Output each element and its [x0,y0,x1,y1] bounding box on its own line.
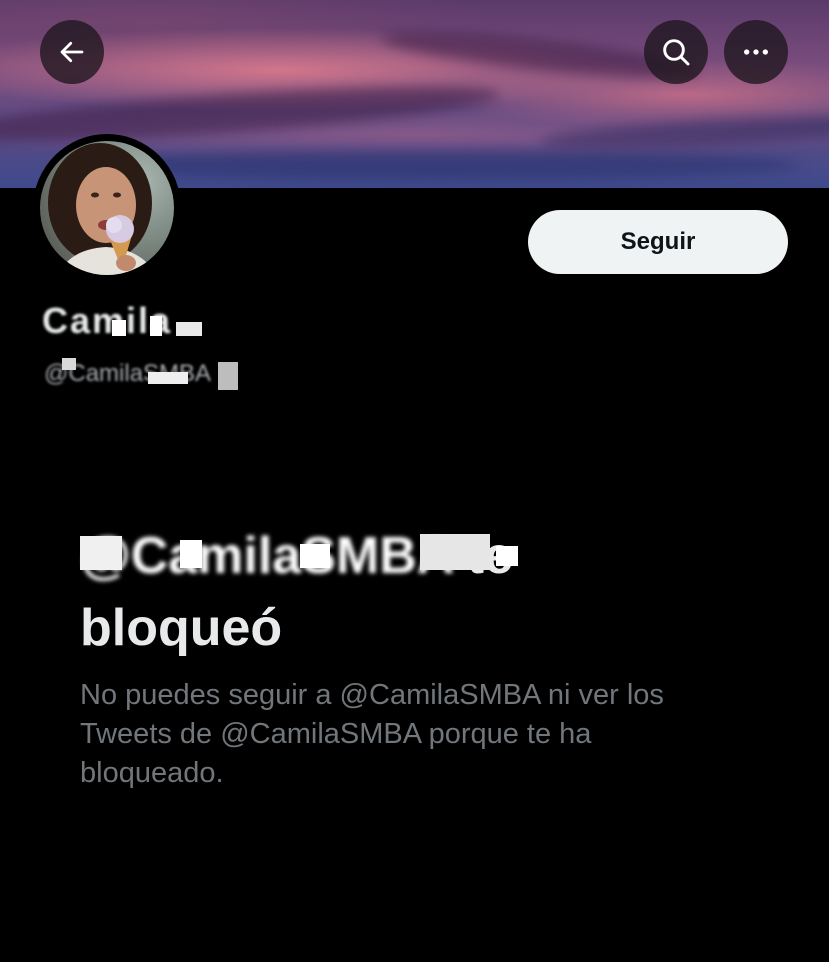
blocked-title-handle: @CamilaSMBA [80,527,453,585]
pixelation-block [80,536,122,570]
pixelation-block [300,544,330,568]
arrow-left-icon [57,37,87,67]
pixelation-block [176,322,202,336]
pixelation-block [496,546,518,566]
follow-button-label: Seguir [620,228,696,255]
search-button[interactable] [644,20,708,84]
pixelation-block [150,316,162,336]
pixelation-block [218,362,238,390]
follow-button[interactable]: Seguir [528,210,788,274]
pixelation-block [180,540,202,568]
pixelation-block [62,358,76,370]
avatar-photo [40,141,174,275]
search-icon [660,36,692,68]
more-options-button[interactable] [724,20,788,84]
pixelation-block [112,320,126,336]
more-horizontal-icon [740,36,772,68]
pixelation-block [148,372,188,384]
back-button[interactable] [40,20,104,84]
profile-page: Seguir Camila @CamilaSMBA @CamilaSMBA te… [0,0,829,962]
avatar[interactable] [33,134,181,282]
pixelation-block [420,534,490,570]
blocked-title: @CamilaSMBA te bloqueó [80,520,720,664]
blocked-description: No puedes seguir a @CamilaSMBA ni ver lo… [80,679,664,789]
